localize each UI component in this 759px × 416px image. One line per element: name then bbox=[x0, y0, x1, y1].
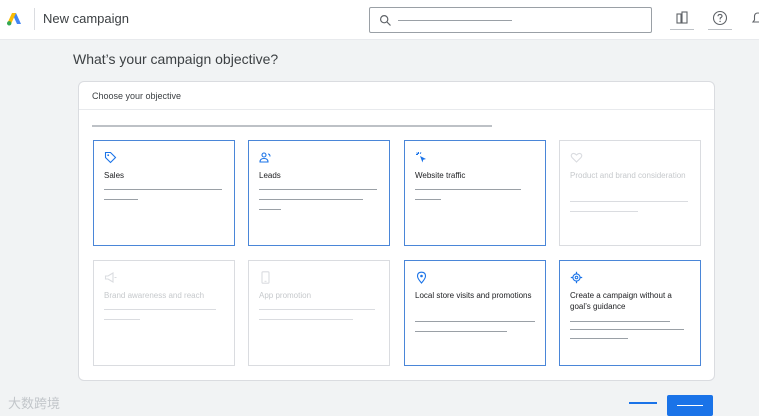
search-box[interactable] bbox=[369, 7, 652, 33]
objective-label: Leads bbox=[259, 171, 281, 180]
description-line bbox=[259, 189, 377, 190]
description-line bbox=[570, 329, 684, 330]
continue-button[interactable] bbox=[667, 395, 713, 416]
description-line bbox=[415, 199, 441, 200]
page-title: What’s your campaign objective? bbox=[73, 51, 279, 67]
description-line bbox=[415, 331, 507, 332]
top-bar: New campaign bbox=[0, 0, 759, 40]
objective-card-brand-awareness-reach: Brand awareness and reach bbox=[93, 260, 235, 366]
objective-card-website-traffic[interactable]: Website traffic bbox=[404, 140, 546, 246]
tag-icon bbox=[104, 151, 117, 164]
heart-icon bbox=[570, 152, 583, 163]
objective-label: Sales bbox=[104, 171, 125, 180]
description-line bbox=[104, 309, 216, 310]
objective-label: Website traffic bbox=[415, 171, 466, 180]
objective-card-sales[interactable]: Sales bbox=[93, 140, 235, 246]
objective-card-no-goal-guidance[interactable]: Create a campaign without a goal’s guida… bbox=[559, 260, 701, 366]
objective-card-product-brand-consideration: Product and brand consideration bbox=[559, 140, 701, 246]
panel-description-line bbox=[92, 125, 492, 127]
description-line bbox=[415, 321, 535, 322]
panel-separator bbox=[79, 109, 714, 110]
app-title: New campaign bbox=[43, 11, 129, 26]
reports-icon[interactable] bbox=[673, 9, 691, 27]
objective-label: Brand awareness and reach bbox=[104, 291, 205, 300]
people-icon bbox=[259, 152, 271, 163]
location-pin-icon bbox=[416, 271, 427, 284]
watermark-text: 大数跨境 bbox=[8, 397, 61, 412]
description-line bbox=[415, 189, 521, 190]
phone-icon bbox=[261, 271, 270, 284]
header-divider bbox=[34, 8, 35, 30]
description-line bbox=[104, 319, 140, 320]
search-placeholder-line bbox=[398, 20, 512, 21]
objective-label: Local store visits and promotions bbox=[415, 291, 532, 300]
reports-underline bbox=[670, 29, 694, 30]
panel-header: Choose your objective bbox=[92, 91, 182, 101]
objective-card-leads[interactable]: Leads bbox=[248, 140, 390, 246]
objective-label: Create a campaign without a goal’s guida… bbox=[570, 291, 672, 311]
description-line bbox=[259, 199, 363, 200]
description-line bbox=[570, 201, 688, 202]
search-icon bbox=[379, 14, 391, 26]
notifications-icon[interactable] bbox=[749, 9, 759, 27]
google-ads-logo-icon[interactable] bbox=[6, 11, 22, 27]
description-line bbox=[570, 321, 670, 322]
description-line bbox=[259, 319, 353, 320]
description-line bbox=[104, 189, 222, 190]
description-line bbox=[259, 309, 375, 310]
cursor-click-icon bbox=[416, 152, 426, 163]
description-line bbox=[259, 209, 281, 210]
settings-icon bbox=[570, 271, 583, 284]
help-underline bbox=[708, 29, 732, 30]
objective-card-app-promotion: App promotion bbox=[248, 260, 390, 366]
cancel-button[interactable] bbox=[629, 402, 657, 404]
objective-panel: Choose your objective Sales Leads Websit… bbox=[78, 81, 715, 381]
megaphone-icon bbox=[104, 272, 117, 283]
help-icon[interactable] bbox=[711, 9, 729, 27]
objective-label: App promotion bbox=[259, 291, 312, 300]
description-line bbox=[570, 338, 628, 339]
objective-label: Product and brand consideration bbox=[570, 171, 686, 180]
objective-card-local-store-visits[interactable]: Local store visits and promotions bbox=[404, 260, 546, 366]
description-line bbox=[570, 211, 638, 212]
description-line bbox=[104, 199, 138, 200]
continue-button-label-line bbox=[677, 405, 703, 406]
